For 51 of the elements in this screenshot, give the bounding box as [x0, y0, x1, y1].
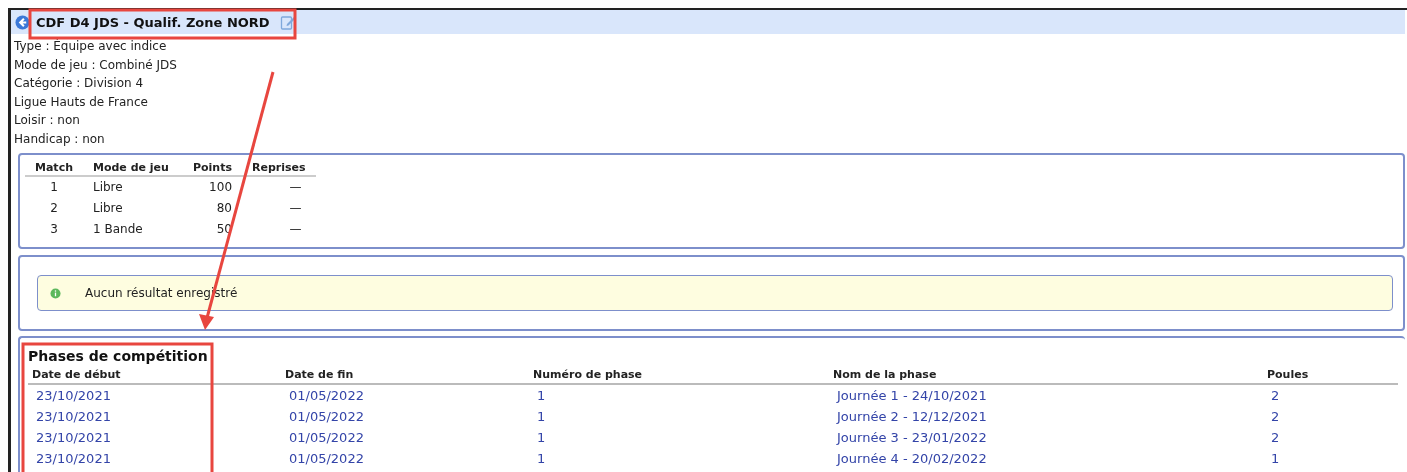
detail-line: Handicap : non: [14, 130, 106, 148]
table-link[interactable]: 2: [1263, 406, 1398, 427]
competition-title: CDF D4 JDS - Qualif. Zone NORD: [36, 14, 270, 30]
detail-line: Loisir : non: [14, 112, 81, 129]
table-link[interactable]: 23/10/2021: [28, 406, 281, 427]
table-link[interactable]: 1: [529, 427, 829, 448]
column-header: Reprises: [242, 159, 316, 176]
table-cell-text: 3: [49, 221, 59, 238]
table-cell: Libre: [83, 176, 183, 198]
table-cell-text: Libre: [92, 200, 124, 217]
column-header: Poules: [1263, 366, 1398, 384]
column-header: Date de fin: [281, 366, 529, 384]
table-cell-text: 2: [49, 200, 59, 217]
table-cell-text: —: [288, 200, 303, 217]
column-header: Nom de la phase: [829, 366, 1263, 384]
table-link[interactable]: 23/10/2021: [28, 427, 281, 448]
table-link[interactable]: 1: [529, 384, 829, 406]
table-cell: 100: [183, 176, 242, 198]
info-icon: [50, 287, 61, 299]
table-cell-text: 80: [215, 200, 233, 217]
detail-line: Type : Équipe avec indice: [14, 38, 168, 55]
column-header: Mode de jeu: [83, 159, 183, 176]
table-cell: 1: [25, 176, 83, 198]
table-link[interactable]: 1: [529, 448, 829, 469]
table-cell-text: 1 Bande: [92, 221, 144, 238]
table-cell-text: —: [288, 221, 303, 238]
table-link[interactable]: 01/05/2022: [281, 384, 529, 406]
table-link[interactable]: 1: [529, 406, 829, 427]
table-link[interactable]: 23/10/2021: [28, 448, 281, 469]
column-header: Points: [183, 159, 242, 176]
detail-line: Ligue Hauts de France: [14, 93, 149, 111]
detail-line: Catégorie : Division 4: [14, 75, 145, 92]
table-link[interactable]: 2: [1263, 427, 1398, 448]
edit-icon[interactable]: [279, 14, 296, 30]
column-header: Numéro de phase: [529, 366, 829, 384]
table-link[interactable]: Journée 2 - 12/12/2021: [829, 406, 1263, 427]
table-link[interactable]: Journée 1 - 24/10/2021: [829, 384, 1263, 406]
table-link[interactable]: 2: [1263, 384, 1398, 406]
table-link[interactable]: 1: [1263, 448, 1398, 469]
table-link[interactable]: Journée 3 - 23/01/2022: [829, 427, 1263, 448]
table-link[interactable]: Journée 4 - 20/02/2022: [829, 448, 1263, 469]
section-title: Phases de compétition: [28, 348, 209, 364]
column-header: Match: [25, 159, 83, 176]
column-header: Date de début: [28, 366, 281, 384]
table-link[interactable]: 01/05/2022: [281, 406, 529, 427]
back-arrow-icon[interactable]: [15, 14, 30, 30]
detail-line: Mode de jeu : Combiné JDS: [14, 56, 178, 74]
table-link[interactable]: 01/05/2022: [281, 427, 529, 448]
table-cell: —: [242, 176, 316, 198]
table-link[interactable]: 23/10/2021: [28, 384, 281, 406]
table-link[interactable]: 01/05/2022: [281, 448, 529, 469]
